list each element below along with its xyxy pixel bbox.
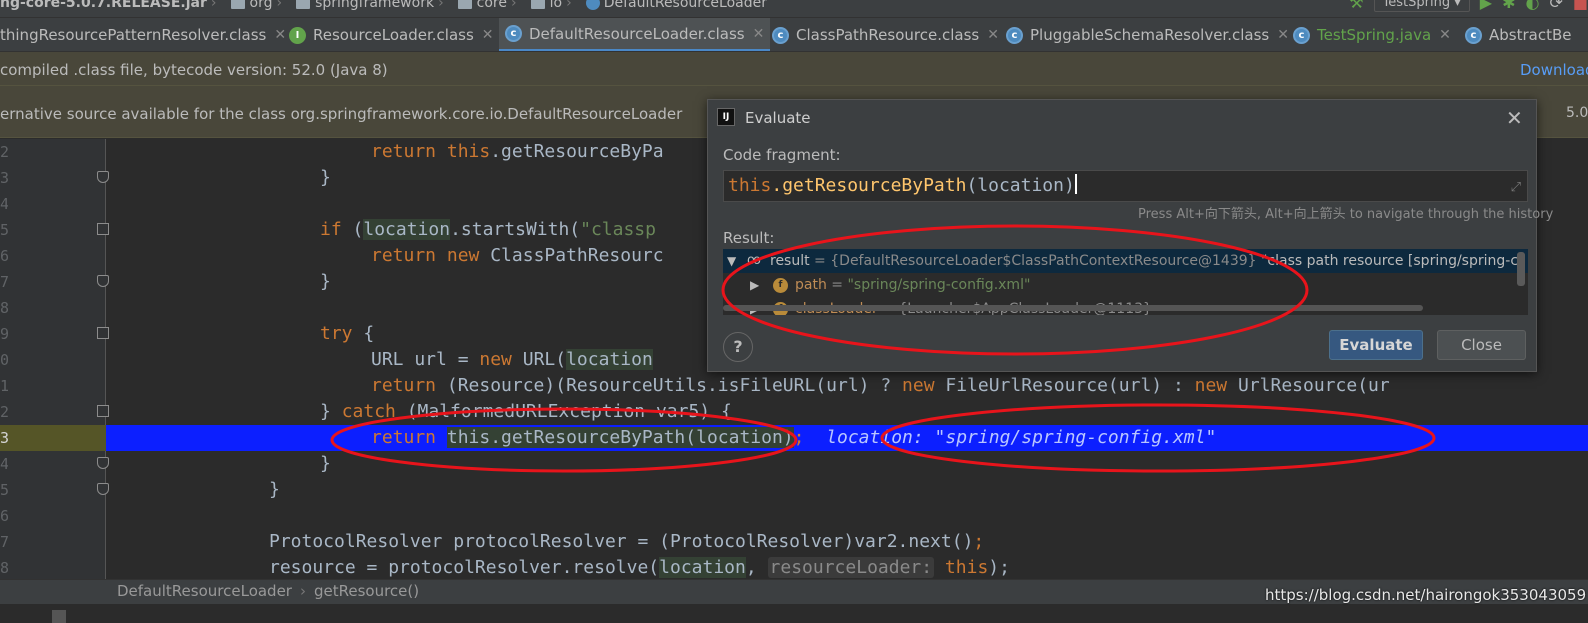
code-line: 4} — [0, 453, 331, 474]
folder-icon — [296, 0, 311, 9]
class-icon: c — [772, 26, 789, 44]
breadcrumb-core[interactable]: core › — [457, 0, 523, 10]
ide-window: { "navbar": { "crumbs": [ {"label": "ng-… — [0, 0, 1588, 623]
breadcrumb-springframework[interactable]: springframework › — [296, 0, 450, 10]
breadcrumb-class[interactable]: DefaultResourceLoader — [585, 0, 767, 10]
navigation-bar: ng-core-5.0.7.RELEASE.jar › org › springfr… — [0, 0, 1588, 18]
expand-icon[interactable]: ⤢ — [1511, 173, 1521, 203]
class-icon: c — [1465, 26, 1482, 44]
close-icon[interactable]: ✕ — [482, 27, 494, 43]
execution-point-line: return this.getResourceByPath(location);… — [106, 425, 1588, 451]
close-icon[interactable]: ✕ — [1439, 27, 1451, 43]
code-line: 5} — [0, 479, 280, 500]
close-icon[interactable]: ✕ — [987, 27, 999, 43]
tree-row-path[interactable]: ▶ f path = "spring/spring-config.xml" — [723, 273, 1528, 297]
inline-debug-value: location: "spring/spring-config.xml" — [826, 427, 1217, 448]
tab-test-spring[interactable]: c TestSpring.java ✕ — [1287, 18, 1457, 51]
fold-marker[interactable] — [97, 171, 109, 183]
fold-marker[interactable] — [97, 457, 109, 469]
breadcrumb-org[interactable]: org › — [230, 0, 289, 10]
gutter-number: 3 — [0, 429, 8, 447]
decompiled-banner: compiled .class file, bytecode version: … — [0, 52, 1588, 86]
run-icon[interactable]: ▶ — [1480, 0, 1492, 11]
interface-icon: I — [289, 26, 306, 44]
class-icon: c — [1293, 26, 1310, 44]
fold-marker[interactable] — [97, 223, 109, 235]
dialog-title-bar[interactable]: IJ Evaluate ✕ — [708, 100, 1536, 136]
code-fragment-label: Code fragment: — [723, 146, 841, 164]
class-icon: c — [1006, 26, 1023, 44]
folder-icon — [230, 0, 245, 9]
close-icon[interactable]: ✕ — [753, 26, 765, 42]
fold-marker[interactable] — [97, 405, 109, 417]
bottom-strip — [0, 604, 1588, 623]
tree-row-result[interactable]: ▼ oo result = {DefaultResourceLoader$Cla… — [723, 249, 1528, 273]
history-hint: Press Alt+向下箭头, Alt+向上箭头 to navigate thr… — [1138, 207, 1554, 222]
intellij-app-icon: IJ — [717, 108, 735, 126]
breadcrumb-method[interactable]: getResource() — [314, 582, 419, 600]
dialog-title: Evaluate — [745, 109, 811, 127]
close-icon[interactable]: ✕ — [1506, 106, 1523, 130]
tab-resource-pattern-resolver[interactable]: thingResourcePatternResolver.class ✕ — [0, 18, 292, 51]
breadcrumb-io[interactable]: io › — [530, 0, 578, 10]
watermark: https://blog.csdn.net/hairongok353043059 — [1265, 586, 1587, 604]
tab-resource-loader[interactable]: I ResourceLoader.class ✕ — [283, 18, 500, 51]
code-line: 2} catch (MalformedURLException var5) { — [0, 401, 732, 422]
tab-abstract-be[interactable]: c AbstractBe — [1459, 18, 1578, 51]
debug-icon[interactable]: ✱ — [1502, 0, 1515, 11]
evaluate-dialog: IJ Evaluate ✕ Code fragment: this.getRes… — [707, 99, 1553, 372]
collapse-arrow-icon[interactable]: ▼ — [727, 249, 736, 273]
text-caret — [1074, 174, 1077, 194]
tab-default-resource-loader[interactable]: c DefaultResourceLoader.class ✕ — [499, 18, 771, 51]
code-line: 1 return (Resource)(ResourceUtils.isFileU… — [0, 375, 1390, 396]
breadcrumb-class-name[interactable]: DefaultResourceLoader — [117, 582, 292, 600]
coverage-icon[interactable]: ◐ — [1526, 0, 1540, 11]
run-config-select[interactable]: TestSpring ▾ — [1373, 0, 1470, 12]
field-icon: f — [773, 278, 788, 293]
download-sources-link[interactable]: Download — [1520, 61, 1588, 79]
tool-window-icon[interactable] — [52, 610, 66, 623]
class-icon — [585, 0, 600, 10]
close-button[interactable]: Close — [1437, 330, 1526, 360]
result-label: Result: — [723, 229, 775, 247]
tab-classpath-resource[interactable]: c ClassPathResource.class ✕ — [766, 18, 1005, 51]
alternative-source-text: ernative source available for the class … — [0, 105, 683, 123]
folder-icon — [530, 0, 545, 9]
fold-marker[interactable] — [97, 327, 109, 339]
profile-icon[interactable]: ⟳ — [1549, 0, 1562, 11]
fold-marker[interactable] — [97, 275, 109, 287]
object-icon: oo — [747, 253, 761, 268]
code-fragment-input[interactable]: this.getResourceByPath(location) ⤢ — [723, 170, 1528, 202]
class-icon: c — [505, 25, 522, 42]
horizontal-scrollbar[interactable] — [723, 305, 1423, 311]
code-line: 8 resource = protocolResolver.resolve(loc… — [0, 557, 1010, 578]
code-line: 6 — [0, 507, 8, 525]
breadcrumb-jar[interactable]: ng-core-5.0.7.RELEASE.jar › — [0, 0, 223, 10]
help-button[interactable]: ? — [723, 332, 753, 362]
fold-marker[interactable] — [97, 483, 109, 495]
folder-icon — [457, 0, 472, 9]
decompiled-text: compiled .class file, bytecode version: … — [0, 61, 388, 79]
vertical-scrollbar[interactable] — [1517, 252, 1525, 286]
code-line: 7 ProtocolResolver protocolResolver = (Pr… — [0, 531, 985, 552]
editor-tabs: thingResourcePatternResolver.class ✕ I Res… — [0, 18, 1588, 52]
version-tail: 5.0.7 — [1566, 105, 1588, 121]
evaluate-button[interactable]: Evaluate — [1329, 330, 1423, 360]
build-hammer-icon[interactable]: ⚒ — [1349, 0, 1363, 11]
stop-icon[interactable]: ■ — [1573, 0, 1588, 11]
parameter-hint: resourceLoader: — [767, 557, 935, 578]
tab-pluggable-schema-resolver[interactable]: c PluggableSchemaResolver.class ✕ — [1000, 18, 1295, 51]
expand-arrow-icon[interactable]: ▶ — [750, 273, 759, 297]
